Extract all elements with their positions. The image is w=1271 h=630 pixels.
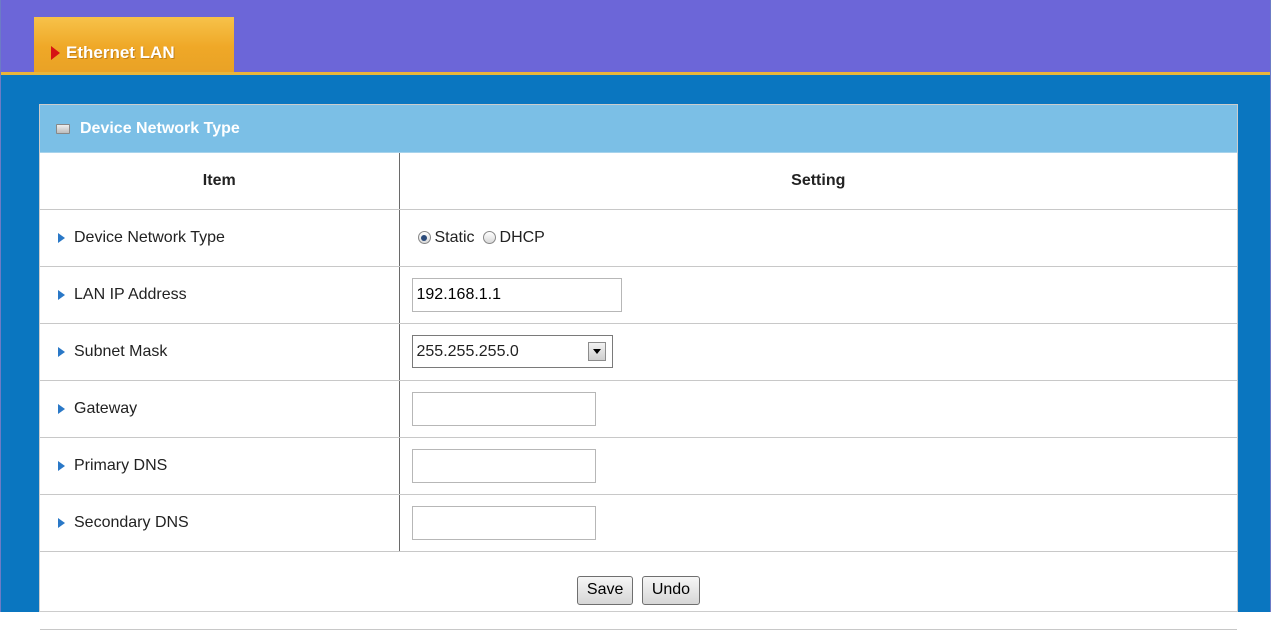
subnet-mask-select[interactable]: 255.255.255.0 [411,335,613,368]
panel-header: Device Network Type [40,105,1237,153]
bullet-arrow-icon [58,460,65,471]
lan-ip-input[interactable] [411,277,622,312]
row-label-secondary-dns: Secondary DNS [74,513,189,531]
triangle-right-icon [51,46,60,60]
table-row: Gateway [40,380,1237,438]
bullet-arrow-icon [58,517,65,528]
tab-ethernet-lan[interactable]: Ethernet LAN [34,17,234,72]
save-button[interactable]: Save [576,575,634,605]
row-label-network-type: Device Network Type [74,228,225,246]
table-row: Secondary DNS [40,494,1237,552]
settings-table: Item Setting Device Network Type Static … [40,153,1237,630]
subnet-mask-value: 255.255.255.0 [416,342,519,360]
row-label-lan-ip: LAN IP Address [74,285,187,303]
primary-dns-input[interactable] [411,448,596,483]
bullet-arrow-icon [58,232,65,243]
column-header-setting: Setting [399,153,1237,210]
row-label-primary-dns: Primary DNS [74,456,168,474]
page-frame: Ethernet LAN Device Network Type Item Se… [0,0,1271,630]
dhcp-radio[interactable] [482,231,496,244]
tab-label: Ethernet LAN [66,43,175,62]
dhcp-radio-label[interactable]: DHCP [500,229,545,247]
table-row: Primary DNS [40,437,1237,495]
panel-icon [56,123,70,134]
column-header-item: Item [40,153,400,210]
static-radio[interactable] [417,231,431,244]
row-label-subnet-mask: Subnet Mask [74,342,168,360]
button-row: Save Undo [40,551,1237,630]
undo-button[interactable]: Undo [641,575,701,605]
bullet-arrow-icon [58,403,65,414]
table-row: Subnet Mask 255.255.255.0 [40,323,1237,381]
bullet-arrow-icon [58,346,65,357]
device-network-panel: Device Network Type Item Setting Device … [39,104,1238,630]
row-label-gateway: Gateway [74,399,138,417]
secondary-dns-input[interactable] [411,505,596,540]
static-radio-label[interactable]: Static [435,229,475,247]
table-row: LAN IP Address [40,266,1237,324]
bullet-arrow-icon [58,289,65,300]
panel-title: Device Network Type [80,119,240,137]
top-bar: Ethernet LAN [1,0,1270,75]
table-header-row: Item Setting [40,153,1237,210]
chevron-down-icon[interactable] [587,342,606,361]
table-row: Device Network Type Static DHCP [40,209,1237,267]
gateway-input[interactable] [411,391,596,426]
network-type-radio-group: Static DHCP [412,229,1237,247]
